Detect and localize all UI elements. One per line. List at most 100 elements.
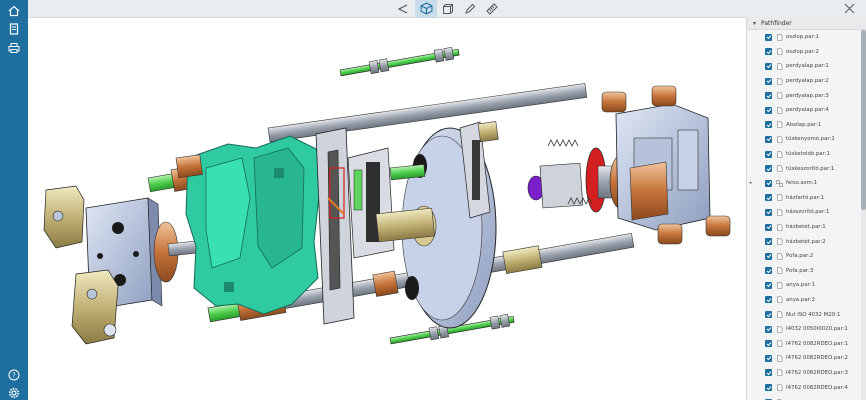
visibility-checkbox[interactable] xyxy=(765,340,772,348)
pathfinder-item[interactable]: tüskeszorító.par:1 xyxy=(747,161,859,176)
pathfinder-item[interactable]: oszlop.par:2 xyxy=(747,45,859,60)
pathfinder-item[interactable]: anya.par:1 xyxy=(747,278,859,293)
visibility-checkbox[interactable] xyxy=(765,179,772,187)
pathfinder-item[interactable]: perdyalap.par:1 xyxy=(747,59,859,74)
pathfinder-item[interactable]: I4032 0050I0020.par:1 xyxy=(747,322,859,337)
visibility-checkbox[interactable] xyxy=(765,208,772,216)
home-icon[interactable] xyxy=(6,3,22,19)
pathfinder-tree: oszlop.par:1 oszlop.par:2 perdyalap.par:1 p… xyxy=(747,30,859,400)
part-icon xyxy=(776,77,783,85)
visibility-checkbox[interactable] xyxy=(765,135,772,143)
visibility-checkbox[interactable] xyxy=(765,62,772,70)
visibility-checkbox[interactable] xyxy=(765,281,772,289)
pathfinder-item[interactable] xyxy=(747,395,859,400)
part-icon xyxy=(776,369,783,377)
pathfinder-item[interactable]: perdyalap.par:4 xyxy=(747,103,859,118)
pathfinder-item[interactable]: Alsolap.par:1 xyxy=(747,118,859,133)
pathfinder-item[interactable]: házfartó.par:1 xyxy=(747,191,859,206)
3d-viewport[interactable] xyxy=(28,18,746,400)
close-icon[interactable] xyxy=(840,0,858,17)
pathfinder-scrollbar[interactable] xyxy=(861,30,866,210)
pathfinder-item[interactable]: I4762 0082RDEO.par:1 xyxy=(747,336,859,351)
pathfinder-item[interactable]: házbetét.par:1 xyxy=(747,220,859,235)
pathfinder-item-label: perdyalap.par:2 xyxy=(786,78,829,85)
3d-view-icon[interactable] xyxy=(415,0,437,17)
cube-icon[interactable] xyxy=(437,0,459,17)
part-icon xyxy=(776,355,783,362)
visibility-checkbox[interactable] xyxy=(765,48,772,56)
pen-icon[interactable] xyxy=(459,0,481,17)
part-icon xyxy=(776,223,783,231)
pathfinder-item-label: tüsketoldó.par:1 xyxy=(786,151,830,158)
visibility-checkbox[interactable] xyxy=(765,267,772,275)
visibility-checkbox[interactable] xyxy=(765,121,772,129)
chevron-down-icon[interactable]: ▾ xyxy=(753,20,756,27)
part-icon xyxy=(776,48,783,56)
visibility-checkbox[interactable] xyxy=(765,296,772,304)
pathfinder-item-label: perdyalap.par:4 xyxy=(786,107,829,114)
pathfinder-item[interactable]: I4762 0082RDEO.par:4 xyxy=(747,380,859,395)
pathfinder-item[interactable]: oszlop.par:1 xyxy=(747,30,859,45)
guide-rod-upper xyxy=(267,83,588,143)
pathfinder-item[interactable]: perdyalap.par:2 xyxy=(747,74,859,89)
part-icon xyxy=(776,209,783,216)
pathfinder-item-label: Pofa.par:2 xyxy=(786,253,814,260)
pathfinder-header[interactable]: ▾ Pathfinder xyxy=(747,17,866,30)
pathfinder-item-label: házfartó.par:1 xyxy=(786,194,825,201)
pathfinder-item-label: I4762 0082RDEO.par:2 xyxy=(786,355,848,362)
printer-icon[interactable] xyxy=(6,40,22,56)
visibility-checkbox[interactable] xyxy=(765,33,772,41)
help-icon[interactable]: ? xyxy=(6,367,22,383)
pathfinder-item-label: tüskenyomó.par:1 xyxy=(786,136,835,143)
pathfinder-item[interactable]: anya.par:2 xyxy=(747,293,859,308)
left-sidebar: ? xyxy=(0,0,28,400)
visibility-checkbox[interactable] xyxy=(765,238,772,246)
document-icon[interactable] xyxy=(6,21,22,37)
pathfinder-item[interactable]: Pofa.par:3 xyxy=(747,264,859,279)
teal-housing xyxy=(185,135,321,315)
measure-icon[interactable] xyxy=(481,0,503,17)
pathfinder-item[interactable]: I4762 0082RDEO.par:2 xyxy=(747,351,859,366)
part-icon xyxy=(776,165,783,172)
select-icon[interactable] xyxy=(392,0,414,17)
part-icon xyxy=(776,267,783,275)
pathfinder-item[interactable]: Nut ISO 4032 M20:1 xyxy=(747,307,859,322)
clamp-left-bottom xyxy=(71,269,119,345)
visibility-checkbox[interactable] xyxy=(765,165,772,173)
part-icon xyxy=(776,121,783,129)
visibility-checkbox[interactable] xyxy=(765,354,772,362)
visibility-checkbox[interactable] xyxy=(765,311,772,319)
visibility-checkbox[interactable] xyxy=(765,369,772,377)
visibility-checkbox[interactable] xyxy=(765,150,772,158)
visibility-checkbox[interactable] xyxy=(765,77,772,85)
visibility-checkbox[interactable] xyxy=(765,325,772,333)
pathfinder-item[interactable]: ▸ felso.asm:1 xyxy=(747,176,859,191)
brass-spindle xyxy=(375,207,435,243)
visibility-checkbox[interactable] xyxy=(765,106,772,114)
settings-icon[interactable] xyxy=(6,385,22,401)
pathfinder-item-label: I4762 0082RDEO.par:3 xyxy=(786,369,848,376)
visibility-checkbox[interactable] xyxy=(765,252,772,260)
pathfinder-item[interactable]: házszorító.par:1 xyxy=(747,205,859,220)
part-icon xyxy=(776,311,783,318)
pathfinder-item[interactable]: házbetét.par:2 xyxy=(747,234,859,249)
pathfinder-item[interactable]: tüskenyomó.par:1 xyxy=(747,132,859,147)
pathfinder-item[interactable]: perdyalap.par:3 xyxy=(747,88,859,103)
expand-arrow-icon[interactable]: ▸ xyxy=(747,180,755,186)
end-plate-right xyxy=(615,103,711,231)
pathfinder-item[interactable]: Pofa.par:2 xyxy=(747,249,859,264)
part-icon xyxy=(776,33,783,41)
visibility-checkbox[interactable] xyxy=(765,194,772,202)
pathfinder-item-label: házbetét.par:2 xyxy=(786,238,826,245)
visibility-checkbox[interactable] xyxy=(765,384,772,392)
pathfinder-item[interactable]: I4762 0082RDEO.par:3 xyxy=(747,366,859,381)
part-icon xyxy=(776,106,783,114)
pathfinder-item-label: I4762 0082RDEO.par:4 xyxy=(786,384,848,391)
pathfinder-item-label: felso.asm:1 xyxy=(786,180,818,187)
visibility-checkbox[interactable] xyxy=(765,92,772,100)
visibility-checkbox[interactable] xyxy=(765,223,772,231)
part-icon xyxy=(776,150,783,158)
pathfinder-item-label: Nut ISO 4032 M20:1 xyxy=(786,311,841,318)
svg-text:?: ? xyxy=(12,372,16,380)
pathfinder-item[interactable]: tüsketoldó.par:1 xyxy=(747,147,859,162)
